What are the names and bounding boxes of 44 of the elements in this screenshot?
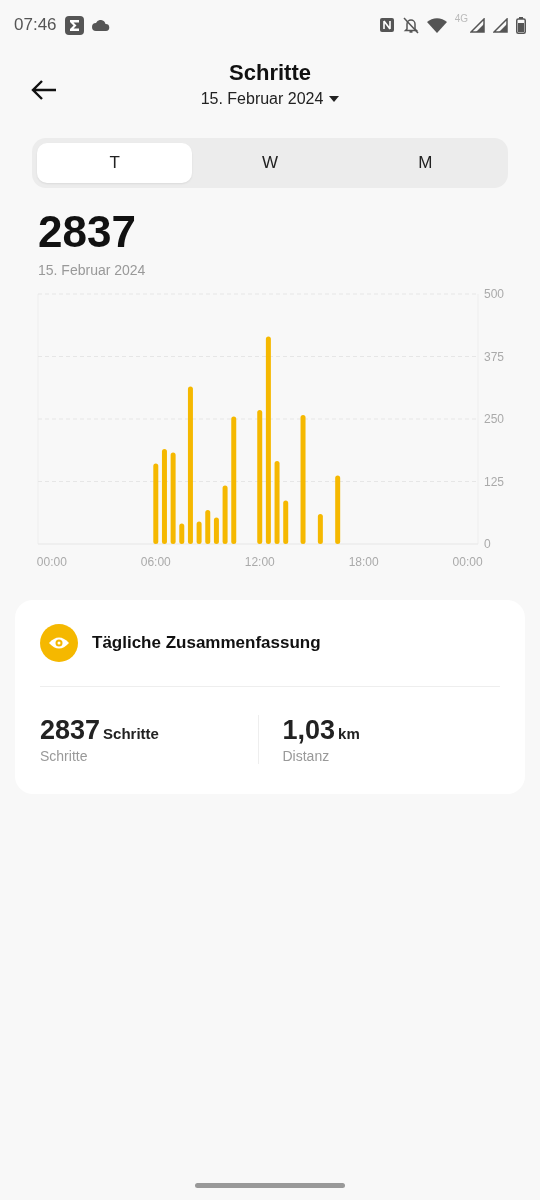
summary-title: Tägliche Zusammenfassung [92,633,321,653]
y-tick-label: 125 [484,474,505,489]
sigma-app-icon [64,15,84,35]
period-tab[interactable]: T [37,143,193,183]
x-tick-label: 00:00 [36,555,67,569]
stat-unit: km [338,725,360,742]
signal-icon [493,17,508,33]
x-tick-label: 18:00 [348,555,379,569]
step-bar [283,500,289,544]
stat-label: Schritte [40,748,89,764]
page-title: Schritte [229,60,311,86]
step-bar [335,475,341,544]
status-time: 07:46 [14,15,57,35]
step-bar [222,485,228,544]
y-tick-label: 0 [484,537,491,551]
stat-value: 2837 [40,715,101,746]
step-bar [213,517,219,544]
network-type: 4G [454,13,468,24]
x-tick-label: 06:00 [140,555,171,569]
cloud-icon [91,19,110,31]
signal-icon [470,17,485,33]
caret-icon [329,96,340,102]
period-tab[interactable]: W [192,143,348,183]
nfc-icon [378,17,395,33]
total-steps: 2837 [38,210,540,254]
y-tick-label: 250 [484,412,505,426]
date-dropdown[interactable]: 15. Februar 2024 [200,90,340,108]
x-tick-label: 12:00 [244,555,275,569]
step-bar [179,523,185,544]
stat-label: Distanz [282,748,331,764]
x-tick-label: 00:00 [452,555,483,569]
battery-icon [516,16,526,34]
wifi-icon [426,17,447,33]
step-bar [205,510,211,544]
period-tab[interactable]: M [347,143,503,183]
y-tick-label: 500 [484,287,505,301]
stat-unit: Schritte [103,725,159,742]
step-bar [317,514,323,544]
step-bar [196,521,202,544]
bell-off-icon [402,16,419,34]
total-date: 15. Februar 2024 [38,262,147,278]
eye-icon [40,624,78,662]
stat-value: 1,03 [282,715,336,746]
y-tick-label: 375 [484,349,505,364]
